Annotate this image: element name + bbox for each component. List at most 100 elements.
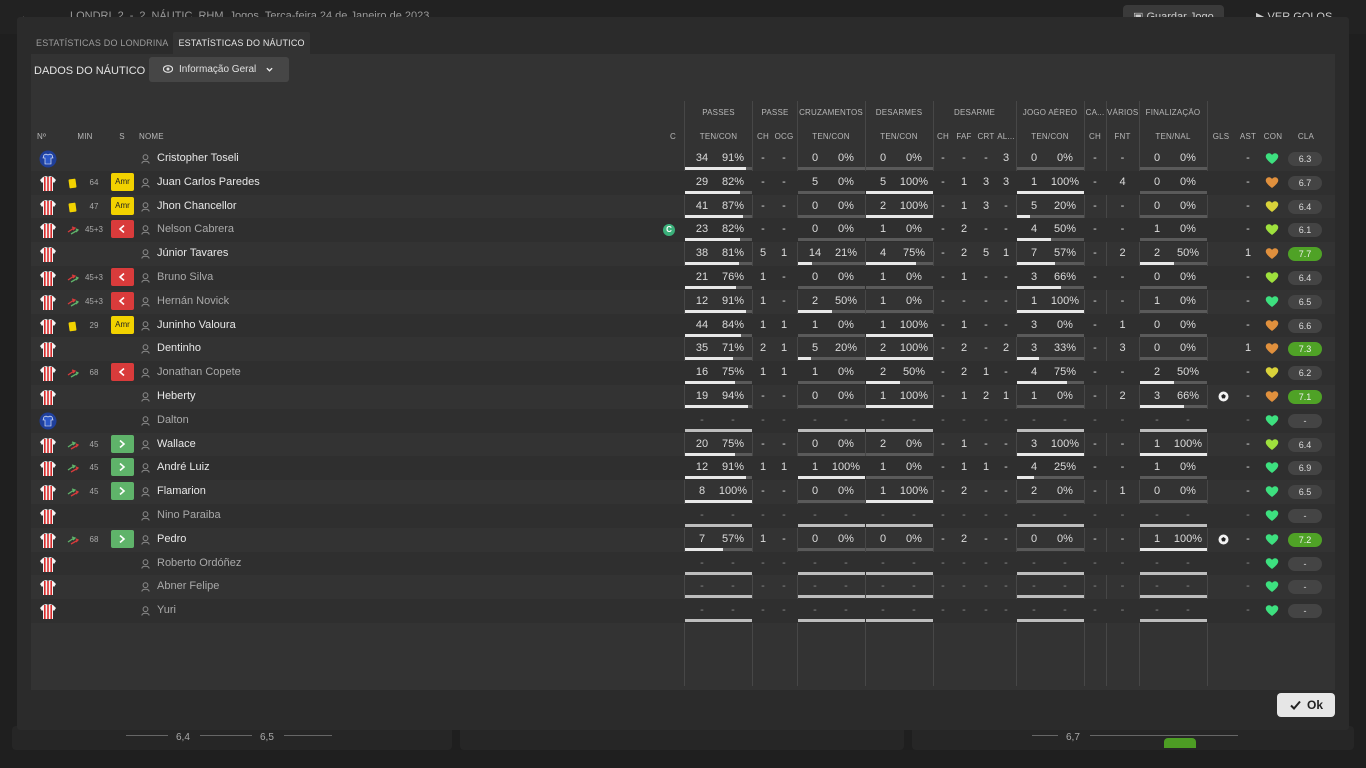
- table-row[interactable]: Roberto Ordóñez - - - - - - - - - - - - - - - - - - - -: [31, 551, 1335, 576]
- player-name[interactable]: Cristopher Toseli: [157, 147, 239, 171]
- chevron-right-icon: [119, 487, 126, 496]
- player-name[interactable]: André Luiz: [157, 456, 210, 480]
- tab-nautico-stats[interactable]: ESTATÍSTICAS DO NÁUTICO: [173, 32, 310, 54]
- team-shirt-icon: [40, 580, 56, 596]
- column-header-ch3[interactable]: CH: [1085, 132, 1105, 141]
- table-row[interactable]: 64 Amr Juan Carlos Paredes 29 82% - -5 0% 5 100% -…: [31, 170, 1335, 195]
- clearances: -: [984, 532, 988, 545]
- table-row[interactable]: 45 Flamarion 8 100% - -0 0% 1 100% -2- -2 0% -1 0 0% -6…: [31, 480, 1335, 504]
- table-row[interactable]: Abner Felipe - - - - - - - - - - - - - - - - - - - -: [31, 575, 1335, 599]
- column-header-ocg[interactable]: OCG: [773, 132, 795, 141]
- person-icon: [141, 582, 150, 593]
- chances-created: -: [782, 175, 786, 188]
- column-header-cla[interactable]: CLA: [1289, 132, 1323, 141]
- clearances: -: [984, 152, 988, 164]
- table-row[interactable]: Yuri - - - - - - - - - - - - - - - - - - - -: [31, 599, 1335, 623]
- headers-bar-track: [1017, 405, 1084, 408]
- column-header-num[interactable]: Nº: [37, 132, 51, 141]
- minute-label: 45+3: [84, 273, 104, 282]
- player-name[interactable]: Pedro: [157, 528, 186, 552]
- player-name[interactable]: Roberto Ordóñez: [157, 552, 241, 576]
- column-header-ch1[interactable]: CH: [755, 132, 771, 141]
- column-header-nome[interactable]: NOME: [139, 132, 179, 141]
- table-row[interactable]: 68 Jonathan Copete 16 75% 1 1 1 0% 2 50% -2 1-4 75% -…: [31, 361, 1335, 385]
- assists: -: [1246, 604, 1250, 617]
- player-name[interactable]: Juninho Valoura: [157, 314, 236, 338]
- player-rating-badge: 6.5: [1288, 294, 1322, 309]
- fouls-against: -: [1120, 271, 1125, 283]
- player-name[interactable]: Júnior Tavares: [157, 242, 228, 266]
- table-row[interactable]: 68 Pedro 7 57% 1-0 0% 0 0% -2- -0 0% - -1 100% -7.2: [31, 528, 1335, 552]
- crosses-bar-track: [798, 405, 865, 408]
- table-row[interactable]: Dalton - - - - - - - - - - - - - - - - - - - -: [31, 408, 1335, 433]
- shots-bar: [1140, 571, 1207, 575]
- player-name[interactable]: Abner Felipe: [157, 575, 219, 599]
- column-header-gls[interactable]: GLS: [1211, 132, 1231, 141]
- table-row[interactable]: 45 André Luiz 12 91% 1 1 1 100% 1 0% -1 1-4 25% - -1 0%…: [31, 456, 1335, 481]
- column-header-ch2[interactable]: CH: [935, 132, 951, 141]
- table-row[interactable]: Nino Paraiba - - - - - - - - - - - - - - - - - - - -: [31, 504, 1335, 528]
- tab-londrina-stats[interactable]: ESTATÍSTICAS DO LONDRINA: [31, 32, 173, 54]
- player-name[interactable]: Nelson Cabrera: [157, 218, 234, 242]
- player-rating-badge: 6.4: [1288, 199, 1322, 214]
- headers-bar: [1017, 238, 1051, 242]
- column-header-min[interactable]: MIN: [73, 132, 97, 141]
- column-header-aereo[interactable]: TEN/CON: [1017, 132, 1083, 141]
- column-header-con[interactable]: CON: [1261, 132, 1285, 141]
- player-name[interactable]: Yuri: [157, 599, 176, 623]
- player-name[interactable]: Bruno Silva: [157, 266, 213, 290]
- player-name[interactable]: Heberty: [157, 385, 196, 409]
- key-tackles: -: [941, 318, 945, 331]
- player-name[interactable]: Hernán Novick: [157, 290, 229, 314]
- player-name[interactable]: Jhon Chancellor: [157, 195, 237, 219]
- table-row[interactable]: 45+3 Bruno Silva 21 76% 1-0 0% 1 0% -1- -3 66% - -0 0…: [31, 266, 1335, 290]
- player-name[interactable]: Dentinho: [157, 337, 201, 361]
- fouls-against: 4: [1119, 175, 1126, 188]
- table-row[interactable]: 45 Wallace 20 75% - -0 0% 2 0% -1- -3 100% - -1 100% -6…: [31, 433, 1335, 457]
- column-header-des[interactable]: TEN/CON: [866, 132, 932, 141]
- condition-heart-icon: [1265, 200, 1279, 212]
- tackles-bar: [866, 619, 933, 623]
- column-header-fnt[interactable]: FNT: [1107, 132, 1138, 141]
- table-row[interactable]: Dentinho 35 71% 2 1 5 20% 2 100% -2-2 3 33% -3 0 0% 1 7.…: [31, 337, 1335, 361]
- column-header-fin[interactable]: TEN/NAL: [1140, 132, 1206, 141]
- fouls-against: 3: [1119, 342, 1126, 355]
- player-name[interactable]: Juan Carlos Paredes: [157, 171, 260, 195]
- key-tackles: -: [941, 342, 945, 355]
- player-rating-badge: -: [1288, 604, 1322, 619]
- headers-bar: [1017, 357, 1039, 361]
- key-headers: -: [1093, 604, 1097, 617]
- shots-bar: [1140, 405, 1184, 408]
- fouls: -: [962, 152, 966, 164]
- player-name[interactable]: Nino Paraiba: [157, 504, 221, 528]
- clearances: -: [984, 437, 988, 450]
- table-row[interactable]: Cristopher Toseli 34 91% - -0 0% 0 0% - - -3 0 0% - -0…: [31, 147, 1335, 171]
- column-header-al[interactable]: AL...: [997, 132, 1015, 141]
- column-header-c[interactable]: C: [667, 132, 679, 141]
- player-name[interactable]: Jonathan Copete: [157, 361, 241, 385]
- clearances: -: [984, 485, 988, 498]
- player-name[interactable]: Flamarion: [157, 480, 206, 504]
- bottom-rating-1: 6,4: [176, 732, 190, 743]
- crosses-bar: [798, 262, 812, 266]
- ok-button[interactable]: Ok: [1277, 693, 1335, 717]
- player-name[interactable]: Dalton: [157, 409, 189, 433]
- table-row[interactable]: 45+3 Hernán Novick 12 91% 1-2 50% 1 0% - - - -1 100%…: [31, 290, 1335, 314]
- column-header-cruz[interactable]: TEN/CON: [798, 132, 864, 141]
- player-name[interactable]: Wallace: [157, 433, 196, 457]
- column-header-ast[interactable]: AST: [1238, 132, 1258, 141]
- player-rating-badge: 6.5: [1288, 485, 1322, 500]
- column-header-faf[interactable]: FAF: [955, 132, 973, 141]
- fouls-against: 2: [1119, 390, 1126, 402]
- table-row[interactable]: Heberty 19 94% - -0 0% 1 100% -1 2 1 1 0% -2 3 66% -7.1: [31, 385, 1335, 409]
- table-row[interactable]: 47 Amr Jhon Chancellor 41 87% - -0 0% 2 100% -1 3-5…: [31, 195, 1335, 219]
- column-header-passes[interactable]: TEN/CON: [685, 132, 752, 141]
- column-header-s[interactable]: S: [117, 132, 127, 141]
- table-row[interactable]: 29 Amr Juninho Valoura 44 84% 1 1 1 0% 1 100% -1- -3…: [31, 313, 1335, 338]
- chances-created: -: [782, 390, 786, 402]
- column-header-crt[interactable]: CRT: [977, 132, 995, 141]
- fouls-against: -: [1120, 532, 1125, 545]
- table-row[interactable]: Júnior Tavares 38 81% 5 1 14 21% 4 75% -2 5 1 7 57% -2…: [31, 242, 1335, 266]
- table-row[interactable]: 45+3 Nelson Cabrera C 23 82% - -0 0% 1 0% -2- -4 50%…: [31, 218, 1335, 243]
- view-select-dropdown[interactable]: Informação Geral: [149, 57, 289, 82]
